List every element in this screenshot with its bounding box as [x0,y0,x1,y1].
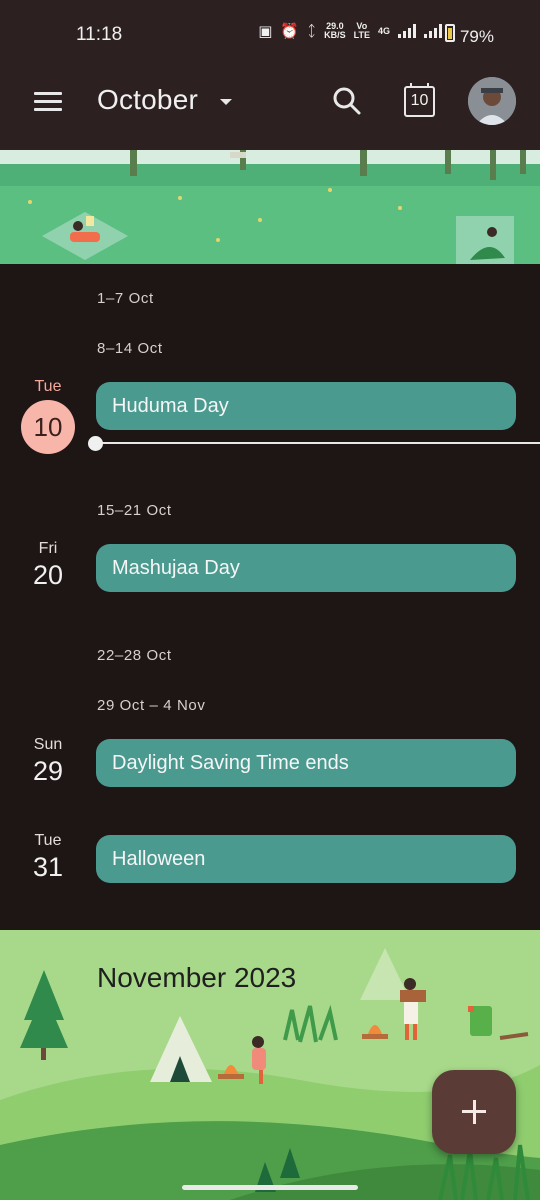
week-label: 8–14 Oct [97,340,163,357]
status-time: 11:18 [76,24,123,45]
dropdown-arrow-icon[interactable] [220,99,232,105]
network-type: 4G [377,25,390,36]
day-weekday: Fri [38,540,58,557]
event-chip[interactable]: Daylight Saving Time ends [96,739,516,787]
week-label: 29 Oct – 4 Nov [97,697,206,714]
volte-indicator: Vo LTE [353,21,370,40]
day-number: 20 [32,560,64,590]
day-header[interactable]: Fri 20 [18,540,78,591]
day-weekday: Tue [34,832,62,849]
jump-to-today-button[interactable]: 10 [404,83,435,117]
current-time-line [96,442,540,444]
day-header[interactable]: Sun 29 [18,736,78,787]
month-selector[interactable]: October [97,84,198,116]
battery-status: 79% [445,24,494,47]
current-time-dot [88,436,103,451]
alarm-icon: ⏰ [280,23,300,40]
signal-icon-2 [424,24,442,38]
day-weekday: Tue [34,378,62,395]
day-header-today[interactable]: Tue 10 [18,378,78,454]
status-icons: ▣ ⏰ ᛨ 29.0 KB/S Vo LTE 4G [258,22,442,40]
event-chip[interactable]: Halloween [96,835,516,883]
avatar-image [468,77,516,125]
signal-icon [398,24,416,38]
event-chip[interactable]: Mashujaa Day [96,544,516,592]
next-month-title: November 2023 [97,962,297,993]
day-weekday: Sun [33,736,63,753]
bluetooth-icon: ᛨ [307,22,317,40]
account-avatar[interactable] [468,77,516,125]
app-bar: October 10 [0,68,540,150]
battery-icon [445,24,456,42]
status-bar: 11:18 ▣ ⏰ ᛨ 29.0 KB/S Vo LTE 4G 79% [0,0,540,68]
day-number: 29 [32,756,64,786]
day-header[interactable]: Tue 31 [18,832,78,883]
search-icon[interactable] [332,86,362,116]
week-label: 1–7 Oct [97,290,154,307]
gesture-navigation-handle[interactable] [182,1185,358,1190]
month-header-illustration [0,150,540,264]
event-chip[interactable]: Huduma Day [96,382,516,430]
week-label: 22–28 Oct [97,647,172,664]
today-date-circle: 10 [21,400,75,454]
day-number: 31 [32,852,64,882]
week-label: 15–21 Oct [97,502,172,519]
hamburger-menu-icon[interactable] [34,92,62,112]
nfc-icon: ▣ [258,23,273,40]
create-event-button[interactable] [432,1070,516,1154]
network-speed: 29.0 KB/S [324,21,346,40]
